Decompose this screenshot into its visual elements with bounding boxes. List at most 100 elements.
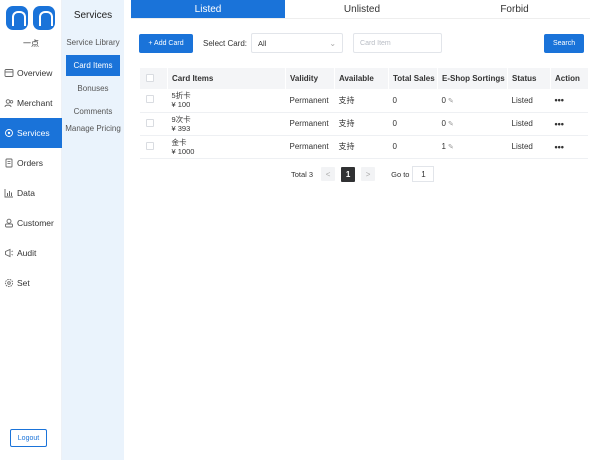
more-actions-icon[interactable]: ••• <box>555 95 564 105</box>
logout-button[interactable]: Logout <box>10 429 47 447</box>
sorting-cell: 0 ✎ <box>437 112 508 136</box>
select-card-value: All <box>258 38 267 48</box>
card-item-search-input[interactable] <box>353 33 443 53</box>
table-row: 金卡 ¥ 1000 Permanent 支持 0 1 ✎ Listed ••• <box>139 135 588 159</box>
status-cell: Listed <box>507 135 551 159</box>
card-price: ¥ 100 <box>171 100 191 110</box>
row-checkbox[interactable] <box>145 118 154 127</box>
sidebar-item-set[interactable]: Set <box>0 268 62 298</box>
column-header: Available <box>334 68 389 89</box>
card-name: 9次卡 <box>171 114 191 124</box>
tab-unlisted[interactable]: Unlisted <box>285 0 439 19</box>
sidebar-item-customer[interactable]: Customer <box>0 208 62 238</box>
total-sales-cell: 0 <box>388 89 438 113</box>
subnav-item-service-library[interactable]: Service Library <box>62 32 124 53</box>
column-header: Status <box>507 68 551 89</box>
validity-cell: Permanent <box>285 135 335 159</box>
card-item-cell: 5折卡 ¥ 100 <box>167 89 286 113</box>
sidebar-item-label: Orders <box>17 158 43 168</box>
column-header: Action <box>550 68 588 89</box>
sidebar-item-merchant[interactable]: Merchant <box>0 88 62 118</box>
add-card-button[interactable]: + Add Card <box>139 33 193 53</box>
goto-page-input[interactable]: 1 <box>412 166 435 182</box>
sidebar-item-label: Services <box>17 128 50 138</box>
more-actions-icon[interactable]: ••• <box>555 119 564 129</box>
status-cell: Listed <box>507 89 551 113</box>
logo-icon <box>33 6 55 30</box>
edit-icon[interactable]: ✎ <box>448 144 454 151</box>
row-checkbox[interactable] <box>145 95 154 104</box>
logo-text: 一点 <box>23 39 39 48</box>
app-logo <box>6 6 56 32</box>
sorting-cell: 0 ✎ <box>437 89 508 113</box>
card-item-cell: 9次卡 ¥ 393 <box>167 112 286 136</box>
status-tabs: Listed Unlisted Forbid <box>131 0 590 19</box>
data-icon <box>4 188 14 198</box>
sidebar-item-label: Customer <box>17 218 54 228</box>
row-select-cell <box>139 135 168 159</box>
main-nav: Overview Merchant Services Orders Data C… <box>0 58 68 298</box>
sidebar-item-label: Audit <box>17 248 37 258</box>
select-card-dropdown[interactable]: All ⌄ <box>251 33 344 53</box>
sidebar-item-services[interactable]: Services <box>0 118 68 148</box>
search-button[interactable]: Search <box>544 33 585 53</box>
select-all-header <box>139 68 168 89</box>
edit-icon[interactable]: ✎ <box>448 98 454 105</box>
orders-icon <box>4 158 14 168</box>
select-card-label: Select Card: <box>203 38 248 48</box>
card-name: 5折卡 <box>171 91 191 101</box>
subnav-item-bonuses[interactable]: Bonuses <box>62 78 124 99</box>
sorting-value: 0 <box>441 119 446 128</box>
pagination-total: Total 3 <box>291 169 314 179</box>
logo-icon <box>6 6 28 30</box>
customer-icon <box>4 218 14 228</box>
subnav-item-manage-pricing[interactable]: Manage Pricing <box>62 122 124 139</box>
action-cell: ••• <box>550 89 588 113</box>
available-cell: 支持 <box>334 135 389 159</box>
edit-icon[interactable]: ✎ <box>448 121 454 128</box>
sidebar-item-label: Data <box>17 188 35 198</box>
sidebar-item-label: Overview <box>17 68 53 78</box>
action-cell: ••• <box>550 135 588 159</box>
sidebar-item-orders[interactable]: Orders <box>0 148 62 178</box>
card-items-table: Card Items Validity Available Total Sale… <box>139 68 588 159</box>
table-row: 9次卡 ¥ 393 Permanent 支持 0 0 ✎ Listed ••• <box>139 112 588 136</box>
validity-cell: Permanent <box>285 112 335 136</box>
column-header: E-Shop Sortings <box>437 68 508 89</box>
card-item-cell: 金卡 ¥ 1000 <box>167 135 286 159</box>
row-checkbox[interactable] <box>145 141 154 150</box>
subnav-item-comments[interactable]: Comments <box>62 101 124 122</box>
sidebar-item-data[interactable]: Data <box>0 178 62 208</box>
app-root: 一点 Overview Merchant Services Orders Dat… <box>0 0 590 460</box>
prev-page-button[interactable]: < <box>321 167 336 181</box>
sidebar-item-audit[interactable]: Audit <box>0 238 62 268</box>
services-subnav: Services Service Library Card Items Bonu… <box>62 0 124 460</box>
page-1-button[interactable]: 1 <box>341 166 356 182</box>
subnav-title: Services <box>73 9 113 21</box>
subnav-item-card-items[interactable]: Card Items <box>66 55 120 76</box>
next-page-button[interactable]: > <box>361 167 376 181</box>
total-sales-cell: 0 <box>388 135 438 159</box>
card-price: ¥ 1000 <box>171 146 195 156</box>
sidebar-item-overview[interactable]: Overview <box>0 58 62 88</box>
main-sidebar: 一点 Overview Merchant Services Orders Dat… <box>0 0 68 460</box>
goto-label: Go to <box>391 169 410 179</box>
select-all-checkbox[interactable] <box>146 73 154 82</box>
toolbar: + Add Card Select Card: All ⌄ Search <box>139 33 589 53</box>
action-cell: ••• <box>550 112 588 136</box>
status-cell: Listed <box>507 112 551 136</box>
available-cell: 支持 <box>334 89 389 113</box>
tab-forbid[interactable]: Forbid <box>439 0 590 19</box>
card-price: ¥ 393 <box>171 123 191 133</box>
gear-icon <box>4 278 14 288</box>
more-actions-icon[interactable]: ••• <box>555 142 564 152</box>
pagination: Total 3 < 1 > Go to 1 <box>291 166 435 182</box>
sorting-value: 0 <box>441 95 446 105</box>
sidebar-item-label: Merchant <box>17 98 53 108</box>
tab-listed[interactable]: Listed <box>131 0 285 19</box>
available-cell: 支持 <box>334 112 389 136</box>
audit-icon <box>4 248 14 258</box>
overview-icon <box>4 68 14 78</box>
validity-cell: Permanent <box>285 89 335 113</box>
main-content: Listed Unlisted Forbid + Add Card Select… <box>131 0 590 460</box>
